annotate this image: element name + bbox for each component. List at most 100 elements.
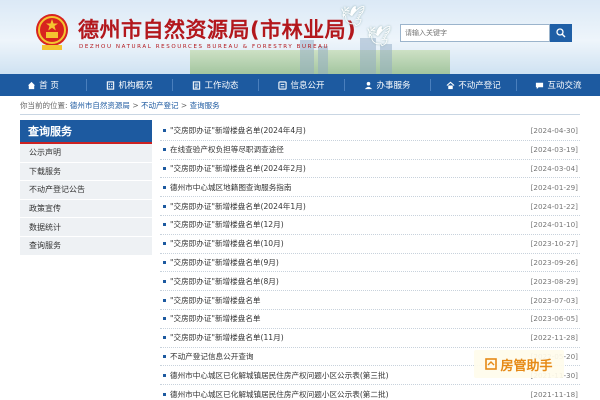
list-item-date: [2024-03-04] xyxy=(530,163,578,173)
bullet-icon xyxy=(163,354,166,358)
sidebar-item-policy[interactable]: 政策宣传 xyxy=(20,199,152,219)
sidebar-item-downloads[interactable]: 下载服务 xyxy=(20,162,152,182)
list-item-title[interactable]: "交房即办证"新增楼盘名单(11月) xyxy=(170,332,531,343)
chat-icon xyxy=(536,82,544,89)
list-item-date: [2021-11-18] xyxy=(530,389,578,399)
info-list-icon xyxy=(278,80,288,90)
main-nav: 首 页 机构概况 工作动态 信息公开 办事服务 不动产登记 互动交流 xyxy=(0,74,600,96)
nav-label: 办事服务 xyxy=(376,81,411,91)
list-item[interactable]: "交房即办证"新增楼盘名单(9月) [2023-09-26] xyxy=(160,254,580,273)
nav-label: 工作动态 xyxy=(204,81,239,91)
list-item-title[interactable]: "交房即办证"新增楼盘名单 xyxy=(170,313,531,324)
search-input[interactable] xyxy=(400,24,550,42)
breadcrumb-link-query[interactable]: 查询服务 xyxy=(190,101,220,110)
service-icon xyxy=(365,81,373,89)
nav-label: 首 页 xyxy=(39,81,59,91)
list-item-date: [2023-06-05] xyxy=(530,314,578,324)
sidebar-item-query-services[interactable]: 查询服务 xyxy=(20,236,152,256)
list-item-date: [2024-01-29] xyxy=(530,182,578,192)
nav-item-info-disclosure[interactable]: 信息公开 xyxy=(259,74,344,96)
breadcrumb-prefix: 你当前的位置: xyxy=(20,101,68,110)
list-item-date: [2023-10-27] xyxy=(530,239,578,249)
nav-item-home[interactable]: 首 页 xyxy=(0,74,86,96)
sidebar: 查询服务 公示声明 下载服务 不动产登记公告 政策宣传 数据统计 查询服务 xyxy=(20,120,152,256)
list-item[interactable]: 在线查验产权负担等尽职调查途径 [2024-03-19] xyxy=(160,141,580,160)
list-item-title[interactable]: 德州市中心城区地籍图查询服务指南 xyxy=(170,182,531,193)
dove-icon: 🕊 xyxy=(366,24,392,48)
nav-label: 机构概况 xyxy=(118,81,153,91)
list-item[interactable]: 德州市中心城区地籍图查询服务指南 [2024-01-29] xyxy=(160,178,580,198)
search-button[interactable] xyxy=(550,24,572,42)
list-item[interactable]: "交房即办证"新增楼盘名单(12月) [2024-01-10] xyxy=(160,216,580,235)
breadcrumb-link-property[interactable]: 不动产登记 xyxy=(141,101,179,110)
list-item[interactable]: "交房即办证"新增楼盘名单(8月) [2023-08-29] xyxy=(160,272,580,292)
document-icon xyxy=(193,80,201,90)
header-building xyxy=(318,46,328,74)
nav-label: 互动交流 xyxy=(547,81,582,91)
site-title: 德州市自然资源局(市林业局) xyxy=(78,18,357,42)
sidebar-title: 查询服务 xyxy=(20,120,152,144)
list-item[interactable]: "交房即办证"新增楼盘名单(2024年1月) [2024-01-22] xyxy=(160,197,580,216)
sidebar-item-statistics[interactable]: 数据统计 xyxy=(20,218,152,237)
list-item-title[interactable]: "交房即办证"新增楼盘名单(8月) xyxy=(170,276,531,287)
list-item-title[interactable]: 德州市中心城区已化解城镇居民住房产权问题小区公示表(第二批) xyxy=(170,389,531,400)
bullet-icon xyxy=(163,298,166,302)
property-icon xyxy=(446,81,455,89)
bullet-icon xyxy=(163,204,166,208)
list-item-title[interactable]: "交房即办证"新增楼盘名单(9月) xyxy=(170,257,531,268)
watermark-text: 房管助手 xyxy=(500,358,553,374)
building-icon xyxy=(107,80,115,90)
bullet-icon xyxy=(163,279,166,283)
nav-item-property-registration[interactable]: 不动产登记 xyxy=(431,74,516,96)
site-header: 德州市自然资源局(市林业局) DEZHOU NATURAL RESOURCES … xyxy=(0,0,600,74)
list-item[interactable]: "交房即办证"新增楼盘名单 [2023-07-03] xyxy=(160,291,580,310)
sidebar-item-registration-notices[interactable]: 不动产登记公告 xyxy=(20,181,152,200)
house-mark-icon xyxy=(485,358,498,370)
list-item-date: [2024-01-22] xyxy=(530,201,578,211)
list-item-date: [2024-01-10] xyxy=(530,220,578,230)
watermark-badge: 房管助手 xyxy=(474,350,564,378)
bullet-icon xyxy=(163,260,166,264)
list-item[interactable]: 德州市中心城区已化解城镇居民住房产权问题小区公示表(第二批) [2021-11-1… xyxy=(160,385,580,400)
bullet-icon xyxy=(163,148,166,152)
list-item-title[interactable]: "交房即办证"新增楼盘名单(12月) xyxy=(170,219,531,230)
site-subtitle: DEZHOU NATURAL RESOURCES BUREAU & FOREST… xyxy=(79,44,330,50)
bullet-icon xyxy=(163,392,166,396)
nav-item-organization[interactable]: 机构概况 xyxy=(87,74,172,96)
list-item[interactable]: "交房即办证"新增楼盘名单(2024年2月) [2024-03-04] xyxy=(160,160,580,179)
sidebar-item-announcements[interactable]: 公示声明 xyxy=(20,144,152,163)
search-icon xyxy=(556,28,566,38)
dove-icon: 🕊 xyxy=(340,4,366,28)
nav-label: 不动产登记 xyxy=(458,81,501,91)
list-item-title[interactable]: "交房即办证"新增楼盘名单(2024年2月) xyxy=(170,163,531,174)
list-item-title[interactable]: "交房即办证"新增楼盘名单 xyxy=(170,295,531,306)
bullet-icon xyxy=(163,336,166,340)
list-item-date: [2023-07-03] xyxy=(530,295,578,305)
national-emblem-icon xyxy=(36,14,68,50)
home-icon xyxy=(28,81,36,89)
breadcrumb-link-bureau[interactable]: 德州市自然资源局 xyxy=(70,101,130,110)
list-item-date: [2023-09-26] xyxy=(530,257,578,267)
nav-label: 信息公开 xyxy=(290,81,325,91)
list-item-title[interactable]: "交房即办证"新增楼盘名单(2024年1月) xyxy=(170,201,531,212)
header-building xyxy=(380,44,392,74)
bullet-icon xyxy=(163,223,166,227)
list-item-date: [2024-03-19] xyxy=(530,145,578,155)
list-item-title[interactable]: 在线查验产权负担等尽职调查途径 xyxy=(170,144,531,155)
list-item-title[interactable]: "交房即办证"新增楼盘名单(10月) xyxy=(170,238,531,249)
list-item-date: [2022-11-28] xyxy=(530,333,578,343)
nav-item-interaction[interactable]: 互动交流 xyxy=(517,74,600,96)
bullet-icon xyxy=(163,129,166,133)
bullet-icon xyxy=(163,185,166,189)
list-item[interactable]: "交房即办证"新增楼盘名单(11月) [2022-11-28] xyxy=(160,329,580,348)
list-item-date: [2024-04-30] xyxy=(530,126,578,136)
search-box xyxy=(400,24,572,42)
nav-item-services[interactable]: 办事服务 xyxy=(345,74,430,96)
breadcrumb-separator: > xyxy=(180,101,188,110)
list-item[interactable]: "交房即办证"新增楼盘名单(2024年4月) [2024-04-30] xyxy=(160,122,580,141)
list-item[interactable]: "交房即办证"新增楼盘名单 [2023-06-05] xyxy=(160,310,580,329)
breadcrumb-divider xyxy=(20,114,580,115)
nav-item-work-news[interactable]: 工作动态 xyxy=(173,74,258,96)
list-item[interactable]: "交房即办证"新增楼盘名单(10月) [2023-10-27] xyxy=(160,235,580,254)
list-item-title[interactable]: "交房即办证"新增楼盘名单(2024年4月) xyxy=(170,125,531,136)
